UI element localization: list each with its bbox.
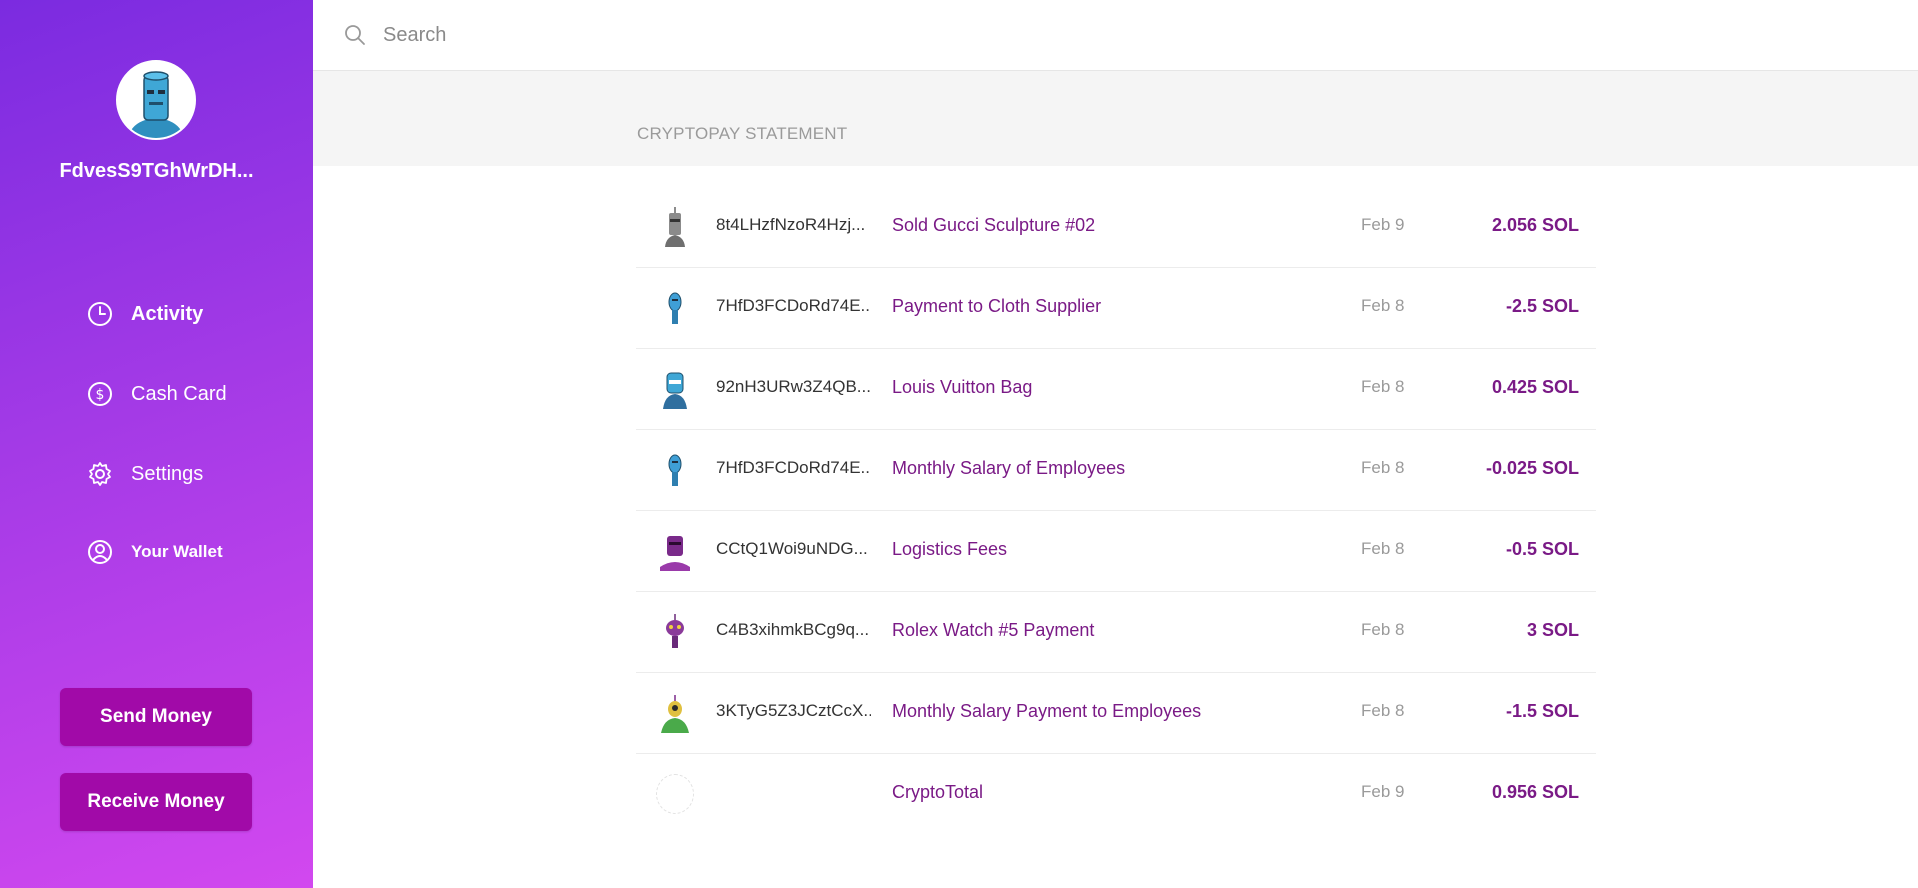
transaction-description: Monthly Salary Payment to Employees [892,701,1202,721]
transaction-row[interactable]: 3KTyG5Z3JCztCcX... Monthly Salary Paymen… [636,673,1596,754]
statement-header: CRYPTOPAY STATEMENT [313,71,1918,166]
transaction-description: Monthly Salary of Employees [892,458,1126,478]
user-circle-icon [86,538,114,566]
transaction-amount: -1.5 SOL [1505,701,1579,721]
svg-text:$: $ [96,387,105,403]
wallet-address: C4B3xihmkBCg9q... [716,620,870,639]
transaction-date: Feb 8 [1361,296,1405,315]
sidebar: FdvesS9TGhWrDH... Activity $ Cash Card S… [0,0,313,888]
nft-avatar-icon [656,531,694,571]
transaction-description: Sold Gucci Sculpture #02 [892,215,1096,235]
username: FdvesS9TGhWrDH... [59,160,254,182]
wallet-address: 7HfD3FCDoRd74E... [716,296,871,315]
transaction-date: Feb 8 [1361,458,1405,477]
nav-item-settings[interactable]: Settings [86,456,203,492]
transaction-date: Feb 9 [1361,215,1405,234]
transaction-row-total[interactable]: CryptoTotal Feb 9 0.956 SOL [636,754,1596,834]
wallet-address: 3KTyG5Z3JCztCcX... [716,701,871,720]
receive-money-button[interactable]: Receive Money [60,773,252,831]
nft-avatar-icon [656,369,694,409]
transaction-description: Louis Vuitton Bag [892,377,1033,397]
nft-avatar-icon [656,450,694,490]
nft-avatar-icon [656,693,694,733]
dollar-circle-icon: $ [86,380,114,408]
transaction-date: Feb 8 [1361,539,1405,558]
transaction-row[interactable]: C4B3xihmkBCg9q... Rolex Watch #5 Payment… [636,592,1596,673]
transaction-description: Payment to Cloth Supplier [892,296,1102,316]
transaction-row[interactable]: 7HfD3FCDoRd74E... Monthly Salary of Empl… [636,430,1596,511]
search-bar [313,0,1918,71]
transaction-amount: -2.5 SOL [1505,296,1579,316]
transaction-amount: 3 SOL [1526,620,1579,640]
wallet-address: CCtQ1Woi9uNDG... [716,539,868,558]
transaction-amount: 0.425 SOL [1491,377,1579,397]
transaction-amount: -0.5 SOL [1505,539,1579,559]
statement-title: CRYPTOPAY STATEMENT [637,124,848,143]
transaction-description: Logistics Fees [892,539,1008,559]
transaction-amount: -0.025 SOL [1485,458,1579,478]
transaction-date: Feb 8 [1361,701,1405,720]
transaction-description: CryptoTotal [892,782,984,802]
nav-item-label: Settings [131,462,204,485]
wallet-address: 92nH3URw3Z4QB... [716,377,871,396]
transaction-amount: 2.056 SOL [1491,215,1579,235]
nav-item-your-wallet[interactable]: Your Wallet [86,534,223,570]
transaction-amount: 0.956 SOL [1491,782,1579,802]
clock-icon [86,300,114,328]
wallet-address: 8t4LHzfNzoR4Hzj... [716,215,866,234]
search-icon [343,21,371,49]
transaction-row[interactable]: CCtQ1Woi9uNDG... Logistics Fees Feb 8 -0… [636,511,1596,592]
transaction-description: Rolex Watch #5 Payment [892,620,1095,640]
nav-item-activity[interactable]: Activity [86,296,203,332]
nft-avatar-icon [656,612,694,652]
search-input[interactable] [381,22,985,48]
nav-item-label: Cash Card [131,382,227,405]
transaction-date: Feb 8 [1361,620,1405,639]
placeholder-avatar-icon [656,774,694,814]
transaction-list: 8t4LHzfNzoR4Hzj... Sold Gucci Sculpture … [636,187,1596,834]
nft-avatar-icon [656,207,694,247]
nft-avatar-icon [656,288,694,328]
transaction-row[interactable]: 92nH3URw3Z4QB... Louis Vuitton Bag Feb 8… [636,349,1596,430]
send-money-button[interactable]: Send Money [60,688,252,746]
nav-item-cash-card[interactable]: $ Cash Card [86,376,227,412]
nav-item-label: Activity [131,302,204,325]
transaction-row[interactable]: 7HfD3FCDoRd74E... Payment to Cloth Suppl… [636,268,1596,349]
avatar[interactable] [116,60,196,140]
transaction-date: Feb 9 [1361,782,1405,801]
transaction-row[interactable]: 8t4LHzfNzoR4Hzj... Sold Gucci Sculpture … [636,187,1596,268]
wallet-address: 7HfD3FCDoRd74E... [716,458,871,477]
gear-icon [86,460,114,488]
transaction-date: Feb 8 [1361,377,1405,396]
nav-item-label: Your Wallet [131,542,223,561]
